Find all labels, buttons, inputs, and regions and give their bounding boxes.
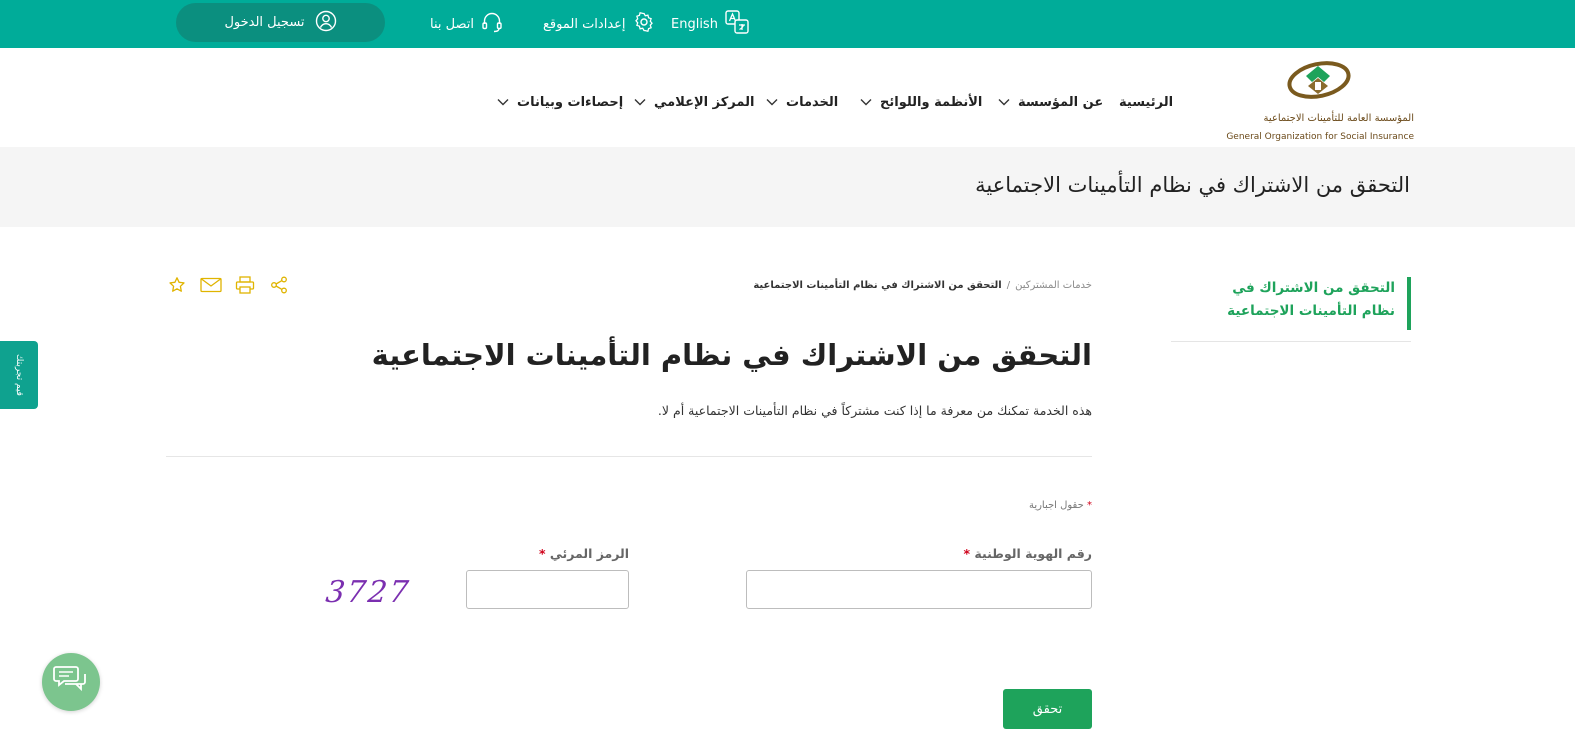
nav-home-label: الرئيسية	[1119, 94, 1174, 110]
nav-media-center[interactable]: المركز الإعلامي	[634, 91, 754, 113]
nav-regulations-label: الأنظمة واللوائح	[880, 94, 983, 110]
chat-bubbles-icon	[53, 664, 89, 700]
page-description: هذه الخدمة تمكنك من معرفة ما إذا كنت مشت…	[657, 403, 1092, 418]
gosi-emblem-icon	[1287, 61, 1351, 99]
chevron-down-icon	[497, 95, 509, 110]
logo-english-text: General Organization for Social Insuranc…	[1226, 132, 1414, 142]
breadcrumb-parent-link[interactable]: خدمات المشتركين	[1015, 280, 1092, 291]
nav-services[interactable]: الخدمات	[766, 91, 838, 113]
captcha-image: 3727	[324, 572, 436, 610]
page-actions	[166, 274, 292, 296]
side-menu: التحقق من الاشتراك في نظام التأمينات الا…	[1171, 277, 1411, 342]
required-star: *	[963, 546, 971, 561]
required-star: *	[538, 546, 546, 561]
nav-regulations[interactable]: الأنظمة واللوائح	[860, 91, 982, 113]
captcha-input[interactable]	[466, 570, 629, 609]
captcha-label: الرمز المرئي *	[539, 546, 629, 561]
star-icon[interactable]	[166, 274, 188, 296]
page-banner: التحقق من الاشتراك في نظام التأمينات الا…	[0, 147, 1575, 227]
required-note-text: حقول اجبارية	[1028, 500, 1084, 511]
site-settings-link[interactable]: إعدادات الموقع	[543, 11, 656, 37]
top-bar: تسجيل الدخول اتصل بنا إعدادات الموقع Eng…	[0, 0, 1575, 48]
national-id-label-text: رقم الهوية الوطنية	[974, 546, 1092, 561]
settings-label: إعدادات الموقع	[543, 16, 626, 32]
captcha-code-text: 3727	[324, 575, 412, 608]
headset-icon	[480, 10, 504, 38]
nav-services-label: الخدمات	[786, 94, 839, 110]
share-icon[interactable]	[268, 274, 290, 296]
gear-icon	[632, 10, 656, 38]
chevron-down-icon	[634, 95, 646, 110]
national-id-label: رقم الهوية الوطنية *	[963, 546, 1092, 561]
contact-label: اتصل بنا	[430, 16, 474, 32]
feedback-label: قيم تجربتك	[14, 354, 24, 396]
login-button[interactable]: تسجيل الدخول	[176, 3, 385, 42]
contact-us-link[interactable]: اتصل بنا	[430, 11, 504, 37]
national-id-input[interactable]	[746, 570, 1092, 609]
verify-button[interactable]: تحقق	[1003, 689, 1092, 729]
language-label: English	[671, 16, 718, 32]
required-star: *	[1087, 500, 1092, 511]
login-label: تسجيل الدخول	[224, 15, 305, 30]
chevron-down-icon	[766, 95, 778, 110]
user-circle-icon	[315, 10, 337, 36]
print-icon[interactable]	[234, 274, 256, 296]
nav-about[interactable]: عن المؤسسة	[998, 91, 1103, 113]
breadcrumb-current: التحقق من الاشتراك في نظام التأمينات الا…	[753, 280, 1002, 291]
feedback-tab[interactable]: قيم تجربتك	[0, 341, 38, 409]
breadcrumb-separator: /	[1006, 280, 1011, 291]
logo-arabic-text: المؤسسة العامة للتأمينات الاجتماعية	[1263, 113, 1414, 124]
gosi-logo[interactable]: المؤسسة العامة للتأمينات الاجتماعية Gene…	[1222, 58, 1417, 142]
chevron-down-icon	[860, 95, 872, 110]
captcha-label-text: الرمز المرئي	[549, 546, 629, 561]
page-title: التحقق من الاشتراك في نظام التأمينات الا…	[371, 338, 1092, 372]
divider	[166, 456, 1092, 457]
main-header: المؤسسة العامة للتأمينات الاجتماعية Gene…	[0, 48, 1575, 147]
nav-about-label: عن المؤسسة	[1018, 94, 1104, 110]
required-fields-note: * حقول اجبارية	[1029, 500, 1092, 511]
nav-statistics-label: إحصاءات وبيانات	[517, 94, 624, 110]
banner-title: التحقق من الاشتراك في نظام التأمينات الا…	[975, 173, 1410, 197]
breadcrumb: خدمات المشتركين / التحقق من الاشتراك في …	[753, 280, 1092, 291]
mail-icon[interactable]	[200, 274, 222, 296]
nav-media-center-label: المركز الإعلامي	[654, 94, 755, 110]
language-switch[interactable]: English	[671, 9, 750, 39]
language-icon	[724, 9, 750, 39]
side-menu-active-item[interactable]: التحقق من الاشتراك في نظام التأمينات الا…	[1206, 277, 1411, 330]
chat-button[interactable]	[42, 653, 100, 711]
chevron-down-icon	[998, 95, 1010, 110]
nav-home[interactable]: الرئيسية	[1119, 91, 1173, 113]
nav-statistics[interactable]: إحصاءات وبيانات	[497, 91, 623, 113]
